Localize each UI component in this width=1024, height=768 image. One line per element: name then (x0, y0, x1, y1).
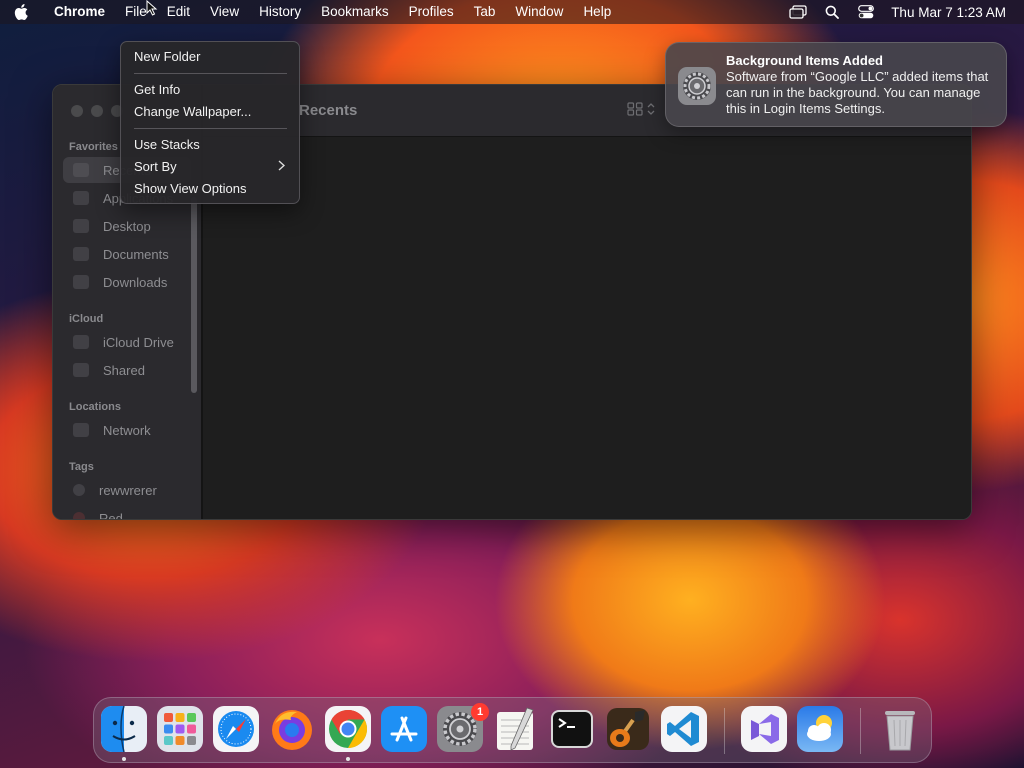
red-tag-icon (73, 512, 85, 519)
menu-profiles[interactable]: Profiles (399, 0, 464, 24)
menu-item-show-view-options[interactable]: Show View Options (127, 178, 293, 200)
menu-item-use-stacks[interactable]: Use Stacks (127, 134, 293, 156)
tag-icon (73, 484, 85, 496)
sidebar-item-label: Red (99, 510, 123, 520)
sidebar-item-label: Desktop (103, 218, 151, 234)
desktop-icon (73, 219, 89, 233)
sidebar-item-shared[interactable]: Shared (63, 357, 191, 383)
notification-body: Software from “Google LLC” added items t… (726, 69, 989, 116)
dock-launchpad-icon[interactable] (157, 706, 203, 752)
dock-app-store-icon[interactable] (381, 706, 427, 752)
menu-separator (134, 128, 287, 129)
apple-menu-icon[interactable] (0, 3, 44, 21)
dock-chrome-icon[interactable] (325, 706, 371, 752)
dock-garageband-icon[interactable] (605, 706, 651, 752)
sidebar-header-locations: Locations (69, 401, 121, 413)
dock-separator (724, 708, 725, 754)
menu-item-new-folder[interactable]: New Folder (127, 46, 293, 68)
menu-app-chrome[interactable]: Chrome (44, 0, 115, 24)
menu-tab[interactable]: Tab (464, 0, 506, 24)
desktop-context-menu: New Folder Get Info Change Wallpaper... … (120, 41, 300, 204)
notification-badge: 1 (471, 703, 489, 721)
screen-mirroring-icon[interactable] (781, 0, 815, 24)
chevron-right-icon (278, 156, 286, 178)
dock-firefox-icon[interactable] (269, 706, 315, 752)
menu-item-change-wallpaper[interactable]: Change Wallpaper... (127, 101, 293, 123)
downloads-icon (73, 275, 89, 289)
system-settings-gear-icon (678, 67, 716, 105)
sidebar-item-label: rewwrerer (99, 482, 157, 498)
menu-item-label: Sort By (134, 159, 177, 174)
sidebar-item-label: Documents (103, 246, 169, 262)
status-area: Thu Mar 7 1:23 AM (781, 0, 1024, 24)
dock-terminal-icon[interactable] (549, 706, 595, 752)
sidebar-header-tags: Tags (69, 461, 94, 473)
cloud-icon (73, 335, 89, 349)
notification-title: Background Items Added (726, 53, 883, 68)
dock-safari-icon[interactable] (213, 706, 259, 752)
window-title: Recents (299, 102, 358, 119)
dock-finder-icon[interactable] (101, 706, 147, 752)
dock-weather-icon[interactable] (797, 706, 843, 752)
spotlight-search-icon[interactable] (815, 0, 849, 24)
menu-bookmarks[interactable]: Bookmarks (311, 0, 399, 24)
close-button[interactable] (71, 105, 83, 117)
notification-banner[interactable]: Background Items Added Software from “Go… (665, 42, 1007, 127)
dock-separator (860, 708, 861, 754)
sidebar-item-tag-red[interactable]: Red (63, 505, 191, 520)
mouse-pointer-icon (146, 0, 158, 16)
dock-visual-studio-icon[interactable] (741, 706, 787, 752)
sidebar-item-downloads[interactable]: Downloads (63, 269, 191, 295)
menu-edit[interactable]: Edit (157, 0, 200, 24)
control-center-icon[interactable] (849, 0, 883, 24)
clock-icon (73, 163, 89, 177)
dock-textedit-icon[interactable] (493, 706, 539, 752)
applications-icon (73, 191, 89, 205)
sidebar-item-documents[interactable]: Documents (63, 241, 191, 267)
sidebar-header-favorites: Favorites (69, 141, 118, 153)
menu-history[interactable]: History (249, 0, 311, 24)
chevron-updown-icon (647, 103, 655, 115)
running-indicator (122, 757, 126, 761)
sidebar-item-desktop[interactable]: Desktop (63, 213, 191, 239)
sidebar-item-label: Downloads (103, 274, 168, 290)
menu-separator (134, 73, 287, 74)
dock-vscode-icon[interactable] (661, 706, 707, 752)
menu-window[interactable]: Window (505, 0, 573, 24)
menu-item-sort-by[interactable]: Sort By (127, 156, 293, 178)
view-toggle-button[interactable] (627, 102, 655, 116)
sidebar-item-icloud-drive[interactable]: iCloud Drive (63, 329, 191, 355)
running-indicator (346, 757, 350, 761)
menu-view[interactable]: View (200, 0, 249, 24)
menu-item-get-info[interactable]: Get Info (127, 79, 293, 101)
menubar-clock[interactable]: Thu Mar 7 1:23 AM (883, 5, 1024, 20)
shared-folder-icon (73, 363, 89, 377)
sidebar-item-tag-rewwrerer[interactable]: rewwrerer (63, 477, 191, 503)
sidebar-item-label: Network (103, 422, 151, 438)
dock-trash-icon[interactable] (877, 706, 923, 752)
minimize-button[interactable] (91, 105, 103, 117)
grid-view-icon (627, 102, 643, 116)
network-icon (73, 423, 89, 437)
sidebar-item-label: Shared (103, 362, 145, 378)
sidebar-item-label: iCloud Drive (103, 334, 174, 350)
finder-content-area[interactable] (203, 137, 971, 519)
dock: 1 (93, 697, 932, 763)
document-icon (73, 247, 89, 261)
sidebar-header-icloud: iCloud (69, 313, 104, 325)
sidebar-item-network[interactable]: Network (63, 417, 191, 443)
menu-help[interactable]: Help (573, 0, 621, 24)
sidebar-scrollbar[interactable] (191, 197, 197, 393)
window-controls (71, 105, 123, 117)
